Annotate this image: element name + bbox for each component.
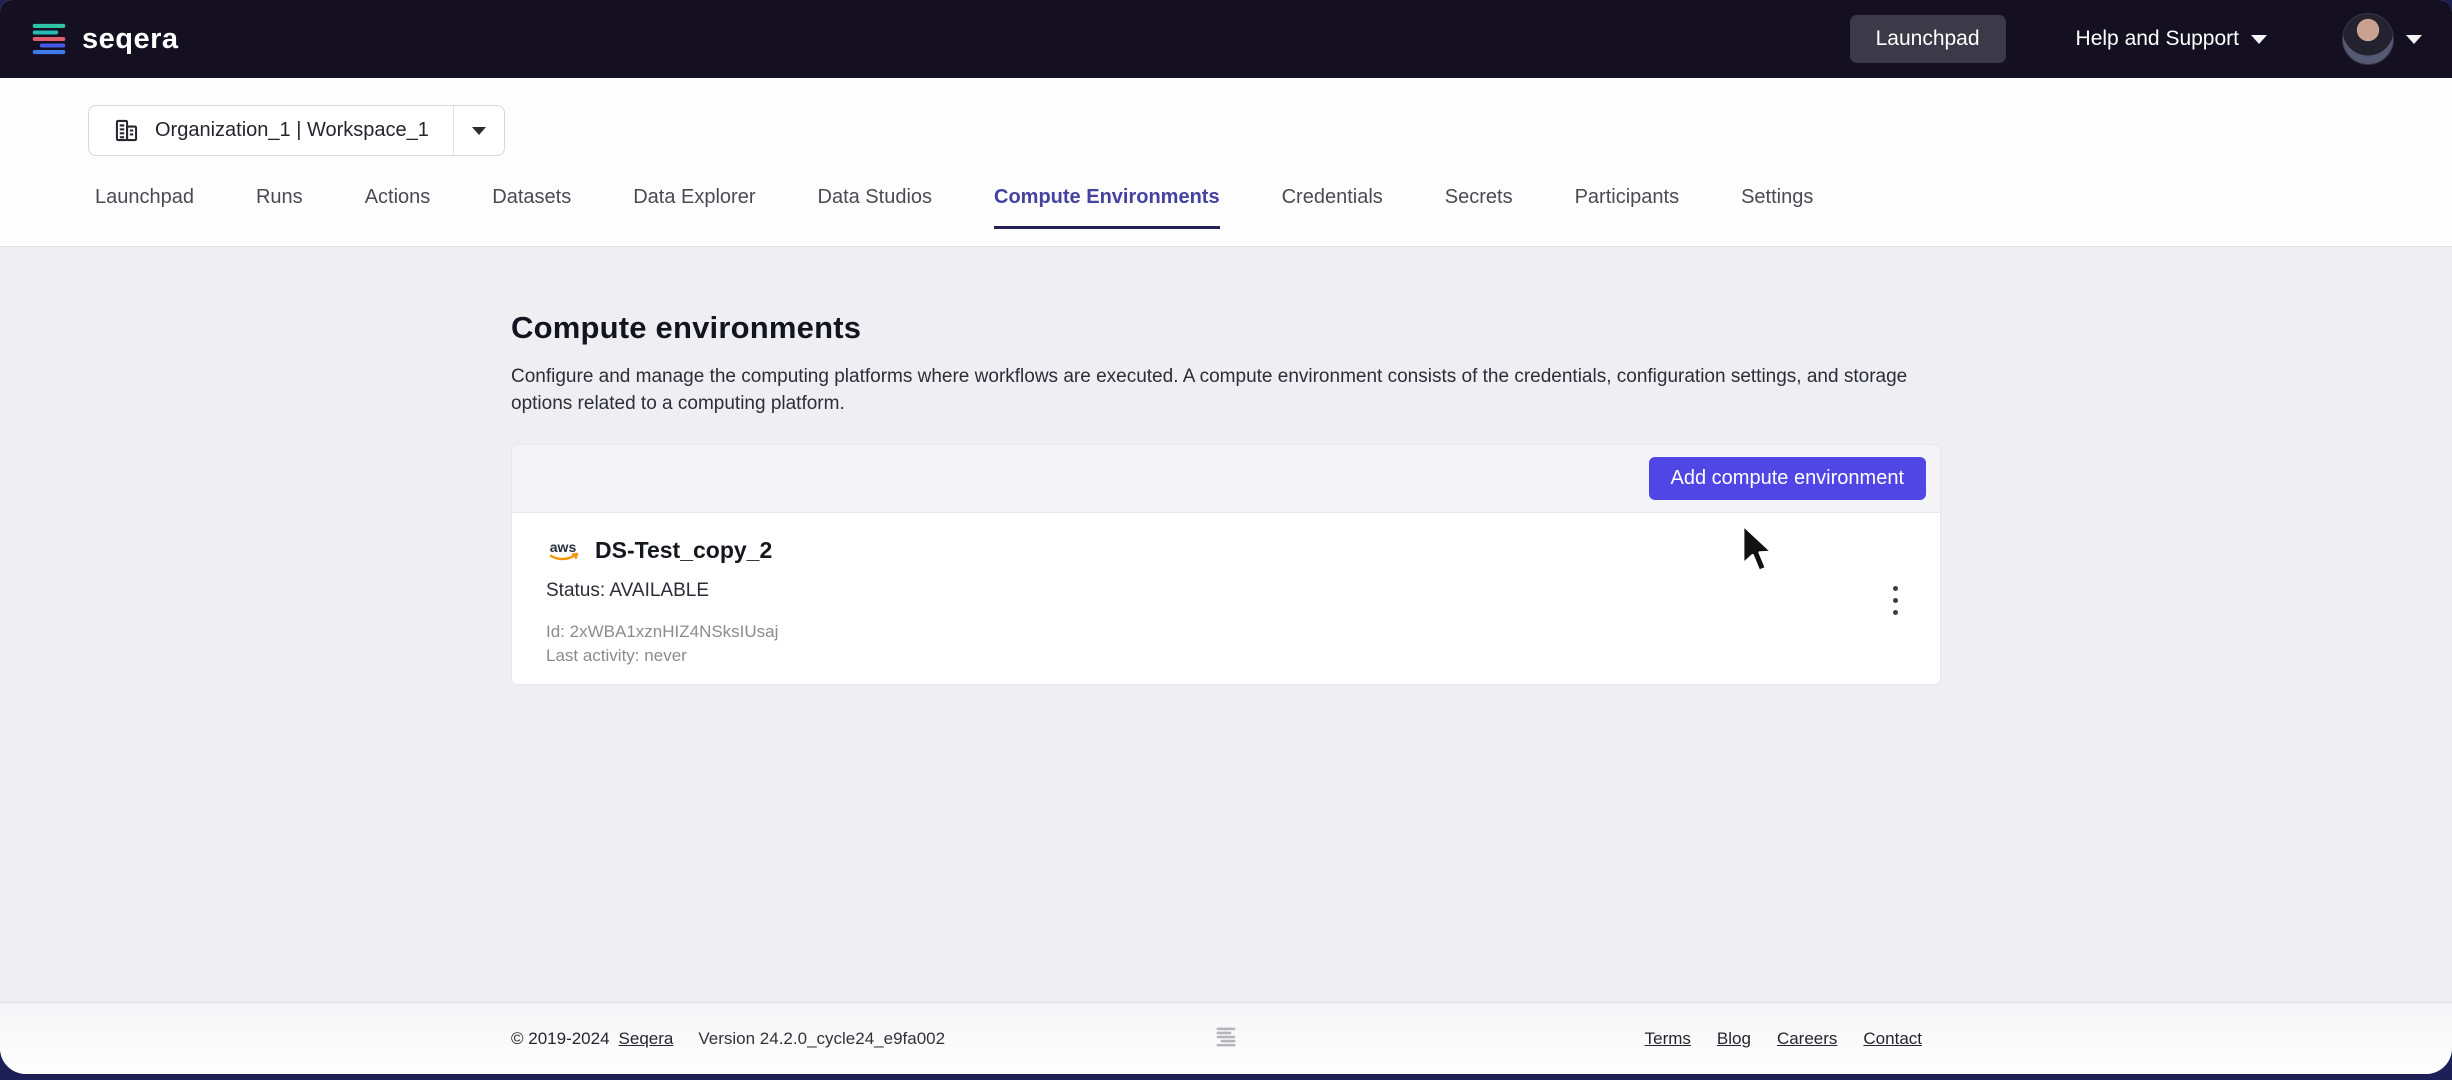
- tab-data-studios[interactable]: Data Studios: [818, 186, 933, 229]
- chevron-down-icon: [2251, 35, 2267, 44]
- tab-runs[interactable]: Runs: [256, 186, 303, 229]
- status-label: Status:: [546, 580, 605, 601]
- status-value: AVAILABLE: [609, 580, 709, 601]
- workspace-selector-label: Organization_1 | Workspace_1: [155, 119, 429, 142]
- compute-environment-row: aws DS-Test_copy_2 Status: AVAILABLE Id:: [512, 513, 1940, 684]
- compute-environment-name-link[interactable]: DS-Test_copy_2: [595, 537, 772, 564]
- blog-link[interactable]: Blog: [1717, 1029, 1751, 1049]
- seqera-logo-text: seqera: [82, 23, 179, 56]
- top-navbar: seqera Launchpad Help and Support: [0, 0, 2452, 78]
- organization-icon: [113, 117, 140, 144]
- panel-toolbar: Add compute environment: [512, 445, 1940, 513]
- compute-environment-id: Id: 2xWBA1xznHIZ4NSksIUsaj: [546, 620, 1914, 644]
- workspace-selector[interactable]: Organization_1 | Workspace_1: [88, 105, 505, 156]
- launchpad-button[interactable]: Launchpad: [1850, 15, 2006, 63]
- row-options-menu-button[interactable]: [1878, 576, 1912, 624]
- chevron-down-icon: [472, 127, 486, 135]
- careers-link[interactable]: Careers: [1777, 1029, 1837, 1049]
- tab-credentials[interactable]: Credentials: [1282, 186, 1383, 229]
- user-menu[interactable]: [2342, 13, 2422, 65]
- tab-data-explorer[interactable]: Data Explorer: [633, 186, 755, 229]
- tab-secrets[interactable]: Secrets: [1445, 186, 1513, 229]
- compute-environment-status: Status: AVAILABLE: [546, 580, 1914, 602]
- seqera-logomark-icon: [30, 20, 68, 58]
- page-title: Compute environments: [511, 247, 1941, 346]
- page-description: Configure and manage the computing platf…: [511, 363, 1936, 417]
- help-and-support-label: Help and Support: [2076, 27, 2239, 51]
- copyright-text: © 2019-2024: [511, 1029, 610, 1049]
- avatar[interactable]: [2342, 13, 2394, 65]
- kebab-icon: [1893, 586, 1898, 591]
- compute-environments-panel: Add compute environment aws DS-Test_copy…: [511, 444, 1941, 685]
- tab-datasets[interactable]: Datasets: [492, 186, 571, 229]
- workspace-tabs: Launchpad Runs Actions Datasets Data Exp…: [0, 186, 2452, 229]
- contact-link[interactable]: Contact: [1863, 1029, 1922, 1049]
- compute-environment-last-activity: Last activity: never: [546, 644, 1914, 668]
- tab-settings[interactable]: Settings: [1741, 186, 1813, 229]
- seqera-footer-logomark-icon: [1213, 1024, 1239, 1055]
- seqera-footer-link[interactable]: Seqera: [619, 1029, 674, 1049]
- footer: © 2019-2024 Seqera Version 24.2.0_cycle2…: [0, 1002, 2452, 1074]
- main-content: Compute environments Configure and manag…: [0, 247, 2452, 1002]
- help-and-support-menu[interactable]: Help and Support: [2076, 27, 2267, 51]
- aws-provider-icon: aws: [546, 538, 582, 564]
- tab-participants[interactable]: Participants: [1575, 186, 1680, 229]
- add-compute-environment-button[interactable]: Add compute environment: [1649, 457, 1926, 500]
- seqera-logo[interactable]: seqera: [30, 20, 179, 58]
- chevron-down-icon: [2406, 35, 2422, 44]
- sub-header: Organization_1 | Workspace_1 Launchpad R…: [0, 78, 2452, 247]
- tab-actions[interactable]: Actions: [365, 186, 431, 229]
- app-window: seqera Launchpad Help and Support: [0, 0, 2452, 1074]
- tab-compute-environments[interactable]: Compute Environments: [994, 186, 1220, 229]
- svg-text:aws: aws: [550, 539, 577, 555]
- tab-launchpad[interactable]: Launchpad: [95, 186, 194, 229]
- version-text: Version 24.2.0_cycle24_e9fa002: [698, 1029, 945, 1049]
- terms-link[interactable]: Terms: [1645, 1029, 1691, 1049]
- workspace-selector-dropdown-toggle[interactable]: [453, 106, 504, 155]
